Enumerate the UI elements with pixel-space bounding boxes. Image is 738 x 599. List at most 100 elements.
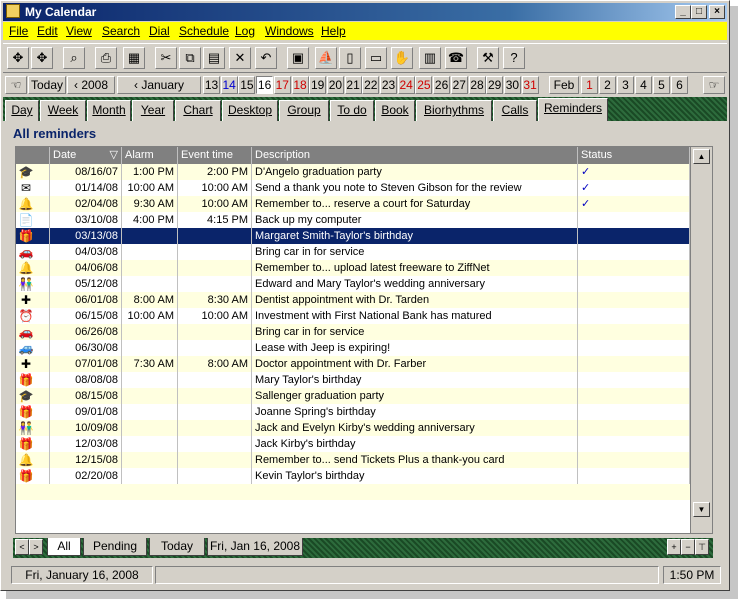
tab-book[interactable]: Book [375,100,415,121]
day-15[interactable]: 15 [238,76,256,94]
memo-icon[interactable]: ▭ [365,47,387,69]
scroll-up-icon[interactable]: ▲ [693,149,710,164]
move-icon[interactable]: ✥ [7,47,29,69]
day-19[interactable]: 19 [309,76,327,94]
day-26[interactable]: 26 [433,76,451,94]
table-row[interactable]: 🚗 04/03/08 Bring car in for service [16,244,690,260]
day-29[interactable]: 29 [486,76,504,94]
column-status[interactable]: Status [578,147,690,164]
table-row[interactable]: 🎁 09/01/08 Joanne Spring's birthday [16,404,690,420]
filter-tab-3[interactable]: Fri, Jan 16, 2008 [207,538,303,556]
day-23[interactable]: 23 [380,76,397,94]
book-icon[interactable]: ▥ [419,47,441,69]
filter-tab-2[interactable]: Today [149,538,205,556]
day-27[interactable]: 27 [450,76,468,94]
table-row[interactable]: 🔔 04/06/08 Remember to... upload latest fr… [16,260,690,276]
delete-icon[interactable]: ✕ [229,47,251,69]
next-arrow-icon[interactable]: ☞ [703,76,725,94]
help-icon[interactable]: ? [503,47,525,69]
table-row[interactable]: 🔔 12/15/08 Remember to... send Tickets Plu… [16,452,690,468]
next-day-3[interactable]: 3 [617,76,634,94]
next-day-4[interactable]: 4 [635,76,652,94]
tools-icon[interactable]: ⚒ [477,47,499,69]
add-icon[interactable]: + [667,539,681,555]
undo-icon[interactable]: ↶ [255,47,277,69]
day-31[interactable]: 31 [521,76,539,94]
briefcase-icon[interactable]: ▣ [287,47,309,69]
today-button[interactable]: Today [28,76,66,94]
tab-year[interactable]: Year [132,100,174,121]
table-row[interactable]: 🎓 08/16/07 1:00 PM 2:00 PM D'Angelo graduati… [16,164,690,180]
minimize-button[interactable]: _ [675,5,691,19]
tab-prev-icon[interactable]: < [15,539,29,555]
search-icon[interactable]: ⌕ [63,47,85,69]
table-row[interactable]: 🎁 02/20/08 Kevin Taylor's birthday [16,468,690,484]
scroll-down-icon[interactable]: ▼ [693,502,710,517]
tab-next-icon[interactable]: > [29,539,43,555]
month-selector[interactable]: ‹ January [117,76,201,94]
tab-day[interactable]: Day [5,100,39,121]
day-13[interactable]: 13 [203,76,220,94]
next-day-2[interactable]: 2 [599,76,616,94]
pin-icon[interactable]: ⊤ [695,539,709,555]
column-alarm[interactable]: Alarm [122,147,178,164]
day-25[interactable]: 25 [415,76,433,94]
next-day-6[interactable]: 6 [671,76,688,94]
next-day-5[interactable]: 5 [653,76,670,94]
next-day-1[interactable]: 1 [581,76,598,94]
print-icon[interactable]: ⎙ [95,47,117,69]
note-icon[interactable]: ▯ [339,47,361,69]
column-description[interactable]: Description [252,147,578,164]
table-row[interactable]: 🎁 12/03/08 Jack Kirby's birthday [16,436,690,452]
day-30[interactable]: 30 [503,76,521,94]
tab-desktop[interactable]: Desktop [222,100,278,121]
copy-icon[interactable]: ⧉ [179,47,201,69]
column-date[interactable]: Date ▽ [50,147,122,164]
paste-icon[interactable]: ▤ [203,47,225,69]
year-selector[interactable]: ‹ 2008 [67,76,115,94]
tab-week[interactable]: Week [40,100,86,121]
cut-icon[interactable]: ✂ [155,47,177,69]
table-row[interactable]: ✚ 07/01/08 7:30 AM 8:00 AM Doctor appointmen… [16,356,690,372]
preview-icon[interactable]: ▦ [123,47,145,69]
next-month-label[interactable]: Feb [549,76,579,94]
menu-edit[interactable]: Edit [37,24,58,38]
day-14[interactable]: 14 [220,76,238,94]
day-18[interactable]: 18 [291,76,309,94]
day-20[interactable]: 20 [326,76,344,94]
tab-calls[interactable]: Calls [493,100,537,121]
menu-search[interactable]: Search [102,24,140,38]
maximize-button[interactable]: □ [691,5,707,19]
day-17[interactable]: 17 [273,76,291,94]
table-row[interactable]: 🚙 06/30/08 Lease with Jeep is expiring! [16,340,690,356]
menu-dial[interactable]: Dial [149,24,170,38]
day-21[interactable]: 21 [344,76,362,94]
table-row[interactable]: 🚗 06/26/08 Bring car in for service [16,324,690,340]
prev-arrow-icon[interactable]: ☜ [5,76,27,94]
tab-month[interactable]: Month [87,100,131,121]
day-22[interactable]: 22 [362,76,380,94]
table-row[interactable]: ✉ 01/14/08 10:00 AM 10:00 AM Send a thank yo… [16,180,690,196]
day-28[interactable]: 28 [468,76,486,94]
table-row[interactable]: 🎁 08/08/08 Mary Taylor's birthday [16,372,690,388]
filter-tab-1[interactable]: Pending [83,538,147,556]
phone-icon[interactable]: ☎ [445,47,467,69]
table-row[interactable]: 👫 05/12/08 Edward and Mary Taylor's weddin… [16,276,690,292]
menu-file[interactable]: File [9,24,28,38]
vertical-scrollbar[interactable]: ▲ ▼ [690,147,712,533]
tab-biorhythms[interactable]: Biorhythms [416,100,492,121]
column-event-time[interactable]: Event time [178,147,252,164]
tab-chart[interactable]: Chart [175,100,221,121]
menu-log[interactable]: Log [235,24,255,38]
menu-windows[interactable]: Windows [265,24,314,38]
move2-icon[interactable]: ✥ [31,47,53,69]
tab-reminders[interactable]: Reminders [538,98,608,121]
remove-icon[interactable]: − [681,539,695,555]
table-row[interactable]: 🎁 03/13/08 Margaret Smith-Taylor's birthda… [16,228,690,244]
ship-icon[interactable]: ⛵ [315,47,337,69]
close-button[interactable]: × [709,5,725,19]
table-row[interactable]: 📄 03/10/08 4:00 PM 4:15 PM Back up my comput… [16,212,690,228]
tab-group[interactable]: Group [279,100,329,121]
table-row[interactable]: ⏰ 06/15/08 10:00 AM 10:00 AM Investment with… [16,308,690,324]
filter-tab-0[interactable]: All [47,538,81,556]
